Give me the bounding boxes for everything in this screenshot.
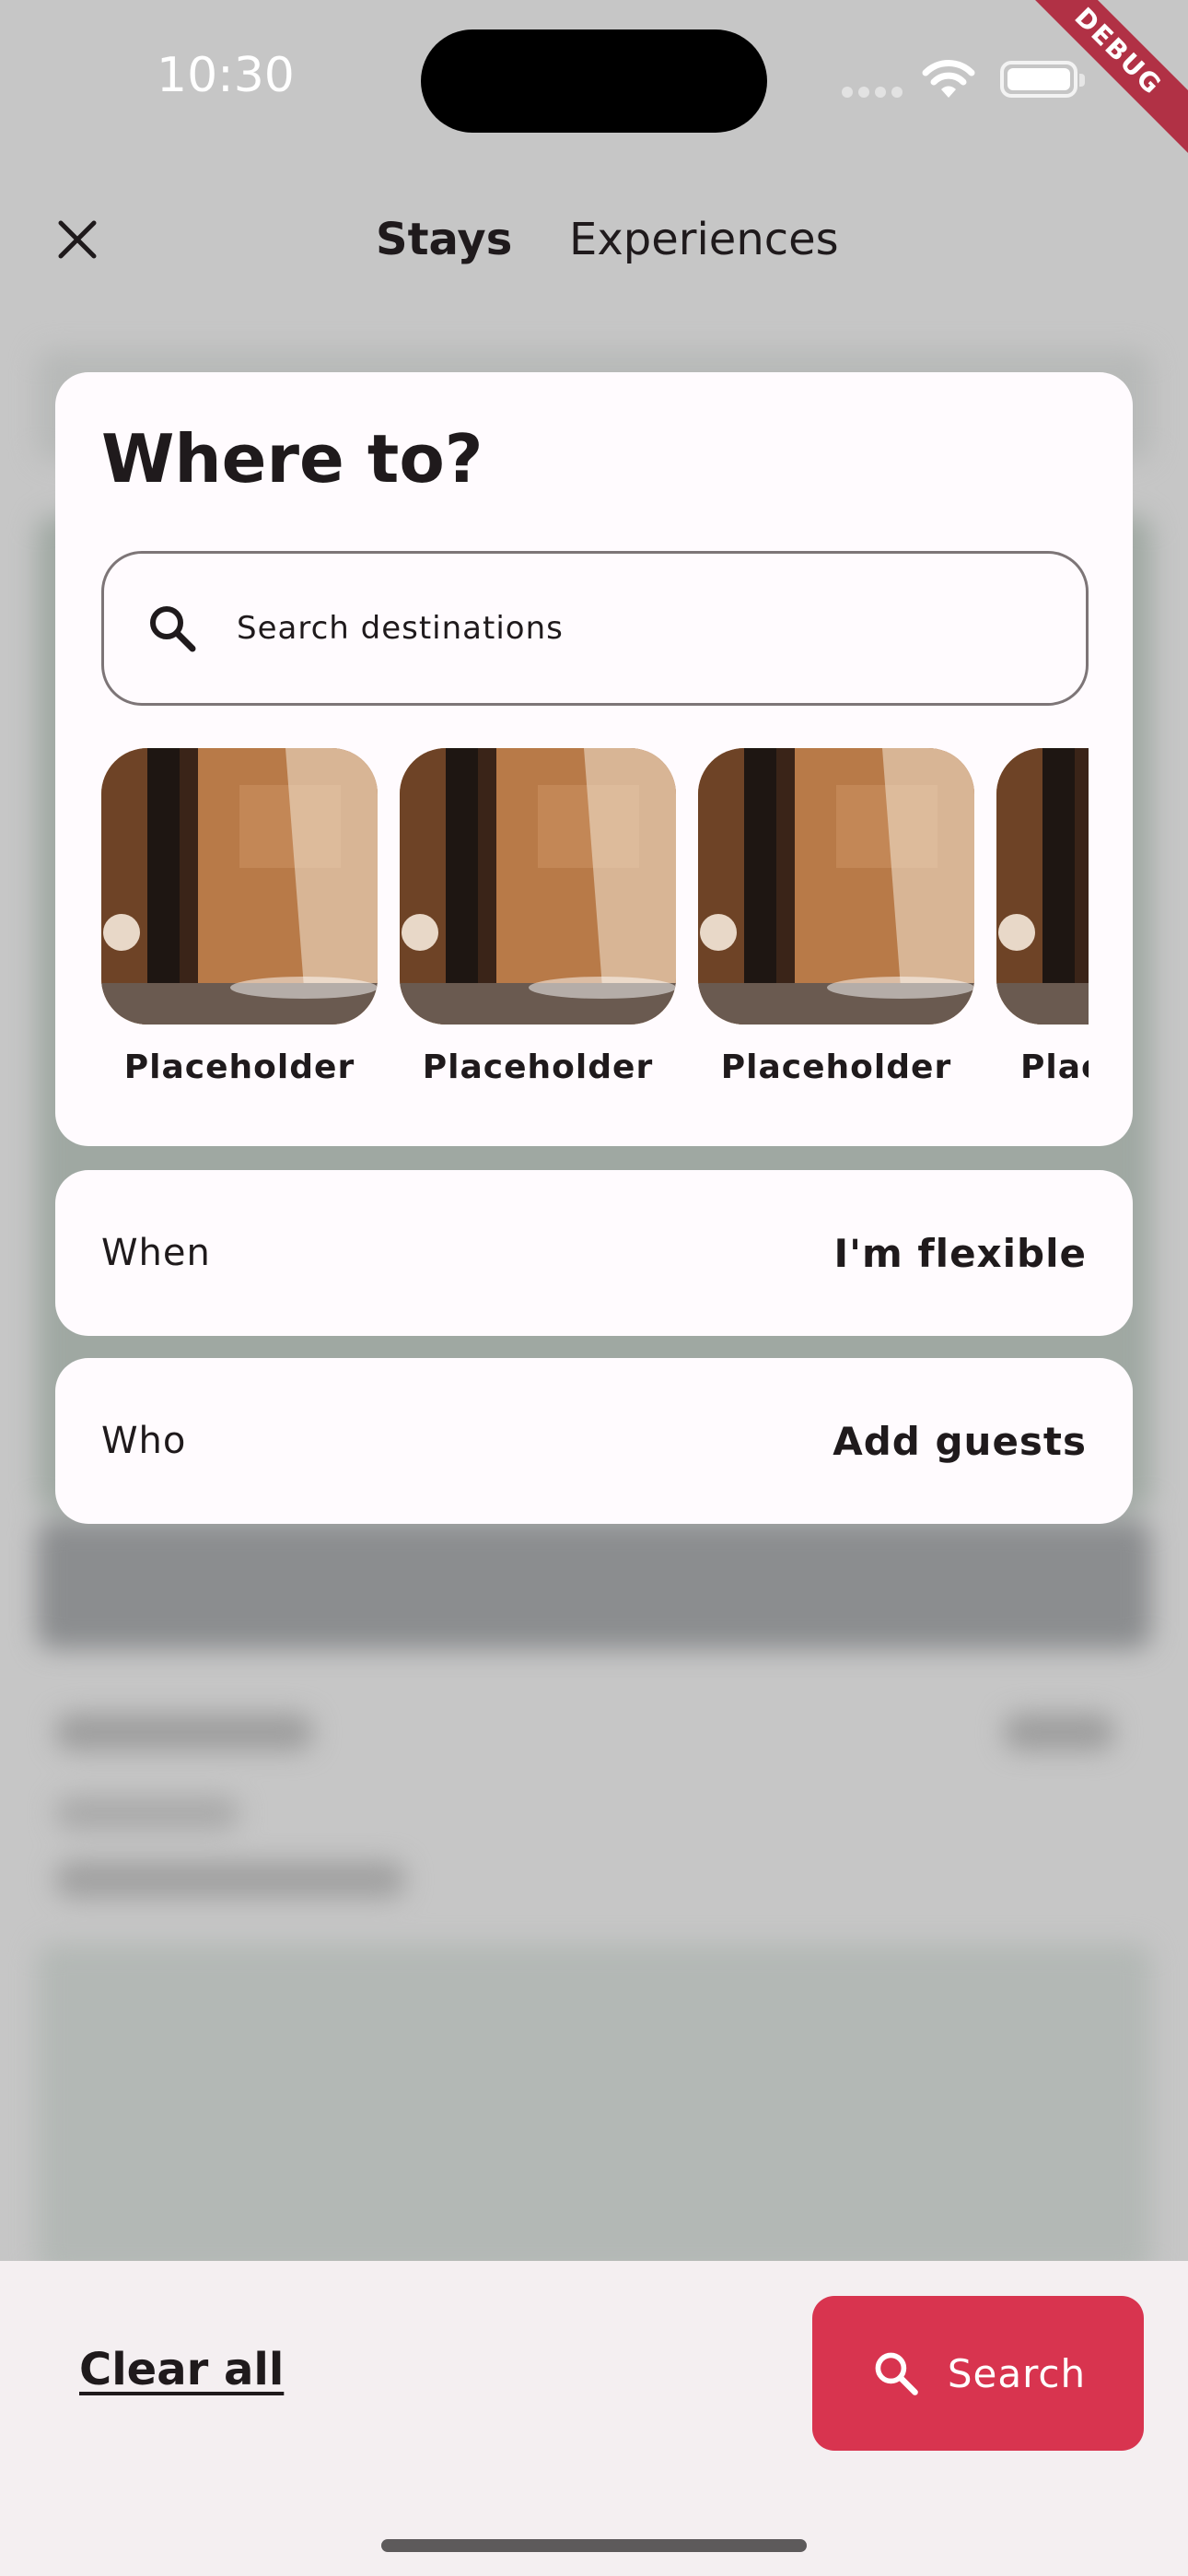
where-card: Where to? Search destinations Placeholde… — [55, 372, 1133, 1146]
when-card[interactable]: When I'm flexible — [55, 1170, 1133, 1336]
search-icon — [875, 2352, 918, 2395]
search-button[interactable]: Search — [812, 2296, 1144, 2451]
debug-ribbon: DEBUG — [1022, 0, 1188, 166]
destination-item[interactable]: Placeholder — [698, 748, 974, 1086]
destination-label: Placeholder — [1020, 1048, 1089, 1086]
when-value: I'm flexible — [833, 1230, 1087, 1276]
destination-image — [996, 748, 1089, 1025]
wifi-icon — [922, 60, 975, 98]
destination-image — [698, 748, 974, 1025]
search-button-label: Search — [947, 2350, 1087, 2396]
tab-stays[interactable]: Stays — [376, 214, 512, 265]
bottom-action-bar: Clear all Search — [0, 2261, 1188, 2576]
destination-carousel[interactable]: Placeholder Placeholder Placeholder Pla — [101, 748, 1089, 1098]
dynamic-island — [421, 29, 767, 133]
destination-label: Placeholder — [422, 1048, 654, 1086]
tab-experiences[interactable]: Experiences — [569, 214, 839, 265]
destination-label: Placeholder — [720, 1048, 952, 1086]
clear-all-button[interactable]: Clear all — [79, 2344, 284, 2395]
debug-label: DEBUG — [1022, 0, 1188, 158]
destination-item[interactable]: Placeholder — [400, 748, 676, 1086]
destination-label: Placeholder — [123, 1048, 355, 1086]
who-label: Who — [101, 1420, 187, 1462]
home-indicator — [381, 2539, 807, 2552]
cellular-signal-icon — [842, 87, 903, 98]
search-icon — [150, 606, 196, 652]
who-card[interactable]: Who Add guests — [55, 1358, 1133, 1524]
destination-item[interactable]: Placeholder — [101, 748, 378, 1086]
destination-search-field[interactable] — [101, 551, 1089, 706]
when-label: When — [101, 1232, 211, 1274]
who-value: Add guests — [833, 1418, 1087, 1464]
destination-image — [101, 748, 378, 1025]
destination-item[interactable]: Placeholder — [996, 748, 1089, 1086]
destination-image — [400, 748, 676, 1025]
close-icon[interactable] — [52, 214, 103, 265]
where-title: Where to? — [101, 420, 483, 498]
search-input[interactable] — [237, 610, 973, 647]
status-time: 10:30 — [157, 48, 295, 103]
